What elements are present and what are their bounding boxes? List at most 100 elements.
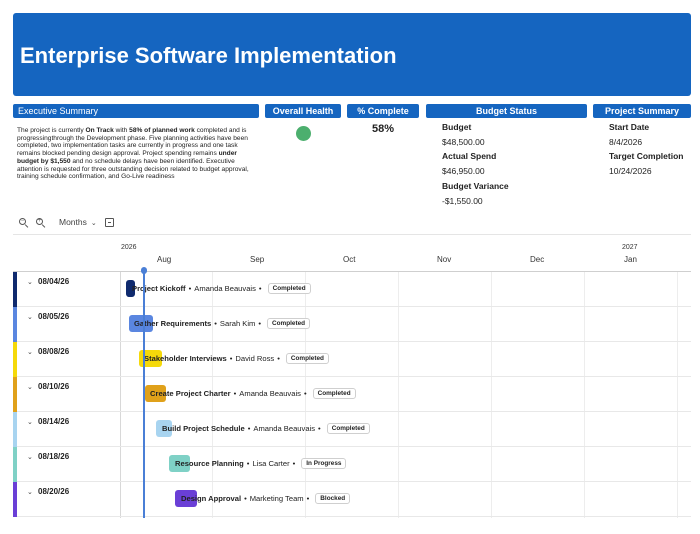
executive-summary-header: Executive Summary: [13, 104, 259, 118]
status-badge: Blocked: [315, 493, 351, 504]
time-scale-select[interactable]: Months ⌄: [59, 217, 97, 227]
row-date: 08/05/26: [38, 312, 70, 321]
row-color-strip: [13, 482, 17, 517]
project-summary-header: Project Summary: [593, 104, 691, 118]
task-owner: Sarah Kim: [219, 319, 256, 328]
task-name: Design Approval: [181, 494, 242, 503]
row-date: 08/20/26: [38, 487, 70, 496]
task-name: Resource Planning: [175, 459, 244, 468]
percent-complete-header: % Complete: [347, 104, 419, 118]
status-badge: Completed: [267, 318, 311, 329]
zoom-out-icon[interactable]: −: [19, 217, 29, 228]
task-name: Project Kickoff: [132, 284, 186, 293]
task-label[interactable]: Resource Planning • Lisa Carter • In Progres…: [175, 455, 347, 472]
chevron-down-icon[interactable]: ⌄: [27, 453, 33, 461]
separator-dot: •: [214, 319, 217, 328]
chevron-down-icon[interactable]: ⌄: [27, 313, 33, 321]
chevron-down-icon[interactable]: ⌄: [27, 278, 33, 286]
gantt-top-border: [13, 234, 691, 235]
row-date: 08/18/26: [38, 452, 70, 461]
status-badge: Completed: [312, 388, 356, 399]
summary-text-part: The project is currently: [17, 127, 86, 134]
row-color-strip: [13, 272, 17, 307]
table-row[interactable]: ⌄ 08/04/26: [13, 272, 691, 307]
start-date-label: Start Date: [609, 122, 650, 132]
chevron-down-icon[interactable]: ⌄: [27, 488, 33, 496]
budget-variance-label: Budget Variance: [442, 181, 509, 191]
budget-label: Budget: [442, 122, 472, 132]
separator-dot: •: [277, 354, 280, 363]
separator-dot: •: [306, 494, 310, 503]
separator-dot: •: [318, 424, 321, 433]
task-label[interactable]: Build Project Schedule • Amanda Beauvais • C…: [162, 420, 370, 437]
executive-summary-text: The project is currently On Track with 5…: [17, 127, 257, 181]
title-banner: Enterprise Software Implementation: [13, 13, 691, 96]
row-date: 08/04/26: [38, 277, 70, 286]
row-color-strip: [13, 377, 17, 412]
chevron-down-icon[interactable]: ⌄: [27, 348, 33, 356]
row-date: 08/08/26: [38, 347, 70, 356]
gantt-toolbar: − + Months ⌄: [19, 216, 114, 228]
row-color-strip: [13, 342, 17, 377]
status-badge: Completed: [285, 353, 329, 364]
start-date-value: 8/4/2026: [609, 137, 643, 147]
task-owner: Amanda Beauvais: [253, 424, 316, 433]
chevron-down-icon: ⌄: [90, 220, 97, 227]
export-icon[interactable]: [104, 217, 114, 227]
table-row[interactable]: ⌄ 08/20/26: [13, 482, 691, 517]
month-label: Nov: [437, 255, 452, 264]
row-color-strip: [13, 447, 17, 482]
status-badge: In Progress: [301, 458, 347, 469]
separator-dot: •: [246, 459, 250, 468]
task-owner: Lisa Carter: [252, 459, 290, 468]
status-badge: Completed: [267, 283, 311, 294]
separator-dot: •: [303, 389, 307, 398]
overall-health-header: Overall Health: [265, 104, 341, 118]
chevron-down-icon[interactable]: ⌄: [27, 418, 33, 426]
task-name: Build Project Schedule: [162, 424, 245, 433]
budget-value: $48,500.00: [442, 137, 485, 147]
task-label[interactable]: Create Project Charter • Amanda Beauvais • C…: [150, 385, 356, 402]
month-label: Jan: [624, 255, 637, 264]
row-color-strip: [13, 412, 17, 447]
task-name: Gather Requirements: [134, 319, 212, 328]
separator-dot: •: [233, 389, 237, 398]
summary-text-part: 58% of planned work: [129, 127, 195, 134]
target-completion-label: Target Completion: [609, 151, 684, 161]
task-name: Create Project Charter: [150, 389, 231, 398]
month-label: Sep: [250, 255, 265, 264]
page-title: Enterprise Software Implementation: [20, 43, 397, 68]
table-row[interactable]: ⌄ 08/05/26: [13, 307, 691, 342]
row-date: 08/14/26: [38, 417, 70, 426]
separator-dot: •: [258, 284, 262, 293]
task-label[interactable]: Stakeholder Interviews • David Ross • Comple…: [144, 350, 329, 367]
today-marker-dot: [140, 267, 147, 274]
percent-complete-value: 58%: [371, 123, 395, 135]
task-label[interactable]: Gather Requirements • Sarah Kim • Completed: [134, 315, 311, 332]
row-color-strip: [13, 307, 17, 342]
table-row[interactable]: ⌄ 08/08/26: [13, 342, 691, 377]
task-owner: Amanda Beauvais: [194, 284, 256, 293]
actual-spend-value: $46,950.00: [442, 166, 485, 176]
task-label[interactable]: Project Kickoff • Amanda Beauvais • Complete…: [132, 280, 311, 297]
status-badge: Completed: [326, 423, 370, 434]
health-status-icon: [296, 126, 311, 141]
month-label: Oct: [343, 255, 356, 264]
separator-dot: •: [258, 319, 262, 328]
today-marker-line: [143, 272, 145, 518]
separator-dot: •: [244, 494, 247, 503]
task-name: Stakeholder Interviews: [144, 354, 227, 363]
row-date: 08/10/26: [38, 382, 70, 391]
zoom-in-icon[interactable]: +: [36, 217, 46, 228]
chevron-down-icon[interactable]: ⌄: [27, 383, 33, 391]
time-scale-label: Months: [59, 217, 87, 227]
task-owner: David Ross: [235, 354, 275, 363]
budget-variance-value: -$1,550.00: [442, 196, 483, 206]
separator-dot: •: [229, 354, 233, 363]
actual-spend-label: Actual Spend: [442, 151, 497, 161]
table-row[interactable]: ⌄ 08/18/26: [13, 447, 691, 482]
month-label: Aug: [157, 255, 172, 264]
task-label[interactable]: Design Approval • Marketing Team • Blocked: [181, 490, 351, 507]
task-owner: Amanda Beauvais: [239, 389, 301, 398]
separator-dot: •: [247, 424, 251, 433]
